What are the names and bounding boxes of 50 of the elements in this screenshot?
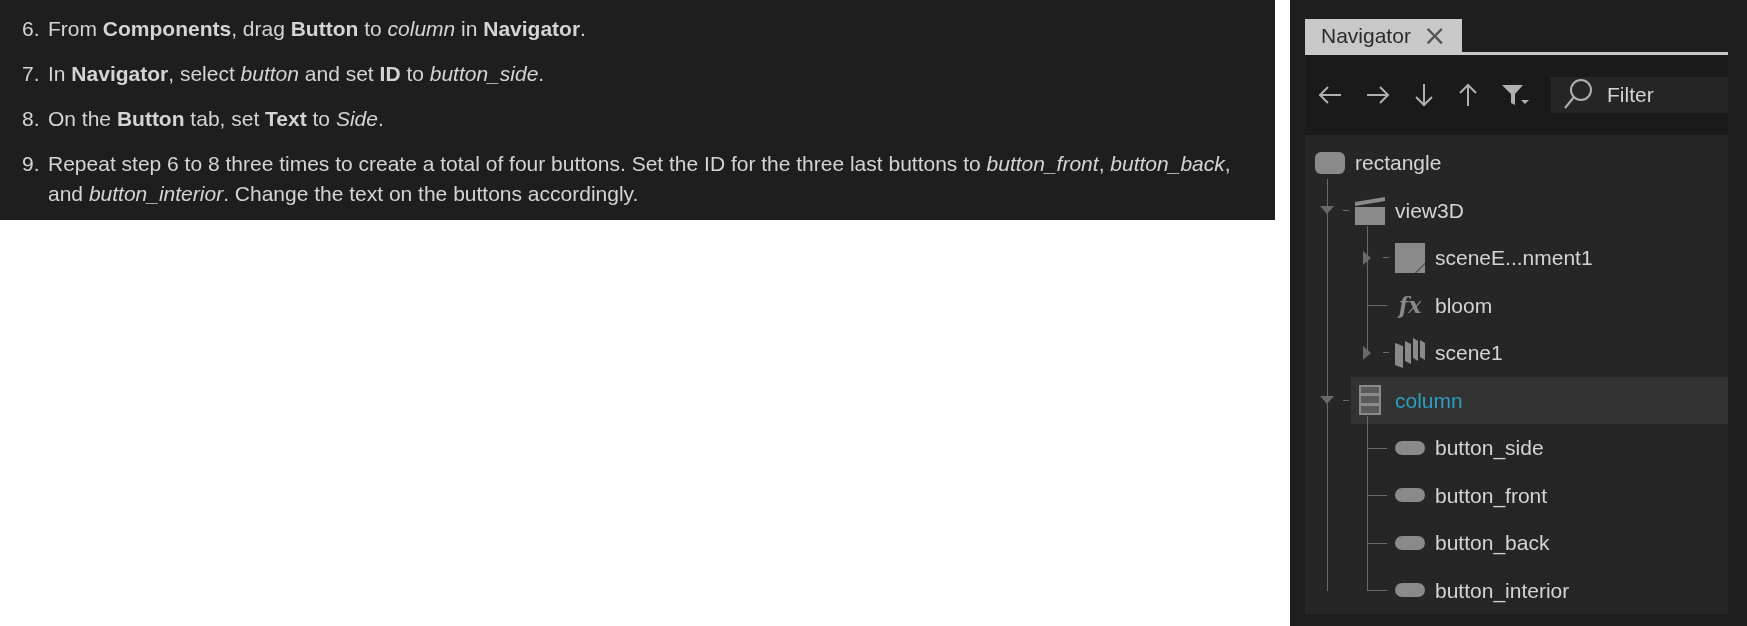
effect-icon: fx xyxy=(1394,294,1426,317)
step-number: 7. xyxy=(22,61,41,87)
tree-row[interactable]: button_back xyxy=(1391,519,1728,567)
left-arrow-icon[interactable] xyxy=(1317,84,1343,106)
node-label: rectangle xyxy=(1355,150,1442,176)
square-corner-icon xyxy=(1394,241,1426,274)
node-label: bloom xyxy=(1435,292,1493,319)
close-icon[interactable]: × xyxy=(1422,21,1447,50)
pill-icon xyxy=(1394,582,1426,599)
step-number: 8. xyxy=(22,106,41,132)
collapsed-caret-icon[interactable] xyxy=(1362,249,1372,266)
tree-row[interactable]: button_interior xyxy=(1391,566,1728,614)
down-arrow-icon[interactable] xyxy=(1413,82,1435,108)
selected-tree-row[interactable]: column xyxy=(1351,376,1728,424)
expanded-caret-icon[interactable] xyxy=(1319,205,1335,216)
tree-row[interactable]: view3D xyxy=(1351,186,1728,234)
pill-icon xyxy=(1394,487,1426,504)
column-icon xyxy=(1358,384,1382,417)
node-label: column xyxy=(1395,387,1463,414)
pill-icon xyxy=(1394,534,1426,551)
node-label: view3D xyxy=(1395,197,1464,224)
step-text: On the Button tab, set Text to Side. xyxy=(48,106,384,132)
clapperboard-icon xyxy=(1354,194,1386,227)
tree-row[interactable]: button_front xyxy=(1391,471,1728,519)
filter-field[interactable]: Filter xyxy=(1551,77,1728,113)
step-number: 6. xyxy=(22,16,41,42)
tree-row[interactable]: button_side xyxy=(1391,424,1728,472)
node-label: button_interior xyxy=(1435,577,1570,605)
node-label: scene1 xyxy=(1435,340,1503,366)
pill-icon xyxy=(1394,439,1426,456)
collapsed-caret-icon[interactable] xyxy=(1362,344,1372,361)
tree-row[interactable]: fx bloom xyxy=(1391,281,1728,329)
tree-row[interactable]: scene1 xyxy=(1391,329,1728,377)
step-text: Repeat step 6 to 8 three times to create a total of four buttons. Set the ID for the three last buttons to button_front, button_back, and button_interior. Change the text on the buttons accordingly. xyxy=(48,151,1232,207)
expanded-caret-icon[interactable] xyxy=(1319,395,1335,406)
node-label: sceneE...nment1 xyxy=(1435,245,1593,271)
right-arrow-icon[interactable] xyxy=(1365,84,1391,106)
node-label: button_front xyxy=(1435,482,1548,510)
node-label: button_side xyxy=(1435,435,1544,462)
up-arrow-icon[interactable] xyxy=(1457,82,1479,108)
step-number: 9. xyxy=(22,151,41,177)
node-label: button_back xyxy=(1435,530,1550,557)
step-text: From Components, drag Button to column in Navigator. xyxy=(48,16,586,42)
tree-row[interactable]: rectangle xyxy=(1311,139,1728,187)
filter-icon[interactable] xyxy=(1501,83,1529,107)
step-text: In Navigator, select button and set ID to button_side. xyxy=(48,61,545,87)
rectangle-icon xyxy=(1314,150,1346,175)
stacked-panels-icon xyxy=(1394,336,1426,369)
tree-row[interactable]: sceneE...nment1 xyxy=(1391,234,1728,282)
navigator-tab[interactable]: Navigator × xyxy=(1305,19,1463,52)
